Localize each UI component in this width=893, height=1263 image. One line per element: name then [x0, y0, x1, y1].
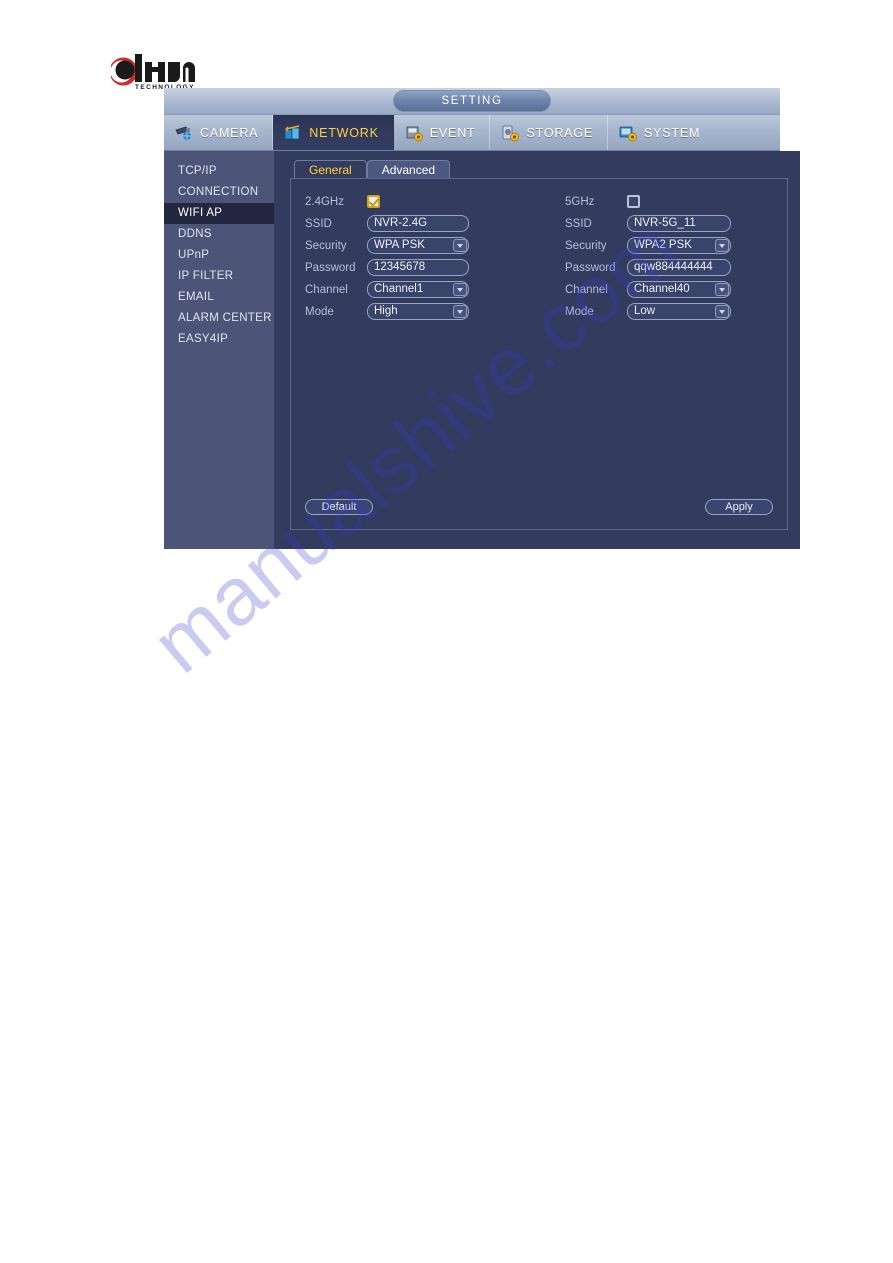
value-5ghz-ssid: NVR-5G_11 — [634, 217, 696, 230]
sidebar-item-ip-filter[interactable]: IP FILTER — [164, 266, 274, 287]
tab-storage-label: STORAGE — [526, 125, 593, 140]
setting-dialog: SETTING CAMERA NETWORK EVENT STORAGE SYS… — [164, 88, 800, 549]
input-5ghz-ssid[interactable]: NVR-5G_11 — [627, 215, 731, 233]
main-tabbar: CAMERA NETWORK EVENT STORAGE SYSTEM — [164, 115, 780, 151]
tab-storage[interactable]: STORAGE — [490, 115, 608, 150]
select-24ghz-channel[interactable]: Channel1 — [367, 281, 469, 299]
checkbox-24ghz[interactable] — [367, 195, 380, 209]
value-24ghz-mode: High — [374, 305, 398, 318]
row-5ghz-channel: Channel Channel40 — [565, 279, 773, 301]
tab-general[interactable]: General — [294, 160, 367, 179]
dahua-logo: TECHNOLOGY — [105, 48, 285, 91]
label-5ghz: 5GHz — [565, 195, 595, 208]
sidebar-item-ddns[interactable]: DDNS — [164, 224, 274, 245]
checkbox-5ghz[interactable] — [627, 195, 640, 209]
chevron-down-icon[interactable] — [715, 305, 729, 319]
chevron-down-icon[interactable] — [453, 283, 467, 297]
value-5ghz-security: WPA2 PSK — [634, 239, 692, 252]
value-5ghz-password: qqw884444444 — [634, 261, 713, 274]
tab-camera[interactable]: CAMERA — [164, 115, 274, 150]
row-5ghz-mode: Mode Low — [565, 301, 773, 323]
select-5ghz-security[interactable]: WPA2 PSK — [627, 237, 731, 255]
band-24ghz-column: 2.4GHz SSID NVR-2.4G Security WPA PSK Pa… — [305, 191, 513, 323]
select-24ghz-mode[interactable]: High — [367, 303, 469, 321]
label-5ghz-channel: Channel — [565, 283, 608, 296]
value-5ghz-mode: Low — [634, 305, 656, 318]
label-5ghz-password: Password — [565, 261, 616, 274]
wifi-ap-panel: 2.4GHz SSID NVR-2.4G Security WPA PSK Pa… — [290, 178, 788, 530]
band-5ghz-column: 5GHz SSID NVR-5G_11 Security WPA2 PSK Pa… — [565, 191, 773, 323]
network-icon — [283, 124, 303, 142]
row-24ghz-password: Password 12345678 — [305, 257, 513, 279]
row-5ghz-security: Security WPA2 PSK — [565, 235, 773, 257]
label-24ghz: 2.4GHz — [305, 195, 344, 208]
select-5ghz-mode[interactable]: Low — [627, 303, 731, 321]
sidebar-item-wifi-ap[interactable]: WIFI AP — [164, 203, 274, 224]
row-24ghz-mode: Mode High — [305, 301, 513, 323]
event-icon — [404, 124, 424, 142]
input-24ghz-ssid[interactable]: NVR-2.4G — [367, 215, 469, 233]
row-24ghz-security: Security WPA PSK — [305, 235, 513, 257]
wifi-columns: 2.4GHz SSID NVR-2.4G Security WPA PSK Pa… — [305, 191, 773, 323]
dialog-body: TCP/IP CONNECTION WIFI AP DDNS UPnP IP F… — [164, 151, 800, 549]
label-24ghz-mode: Mode — [305, 305, 334, 318]
tab-system-label: SYSTEM — [643, 125, 701, 140]
tab-event[interactable]: EVENT — [394, 115, 491, 150]
tab-event-label: EVENT — [429, 125, 476, 140]
row-24ghz-ssid: SSID NVR-2.4G — [305, 213, 513, 235]
label-24ghz-ssid: SSID — [305, 217, 332, 230]
sidebar-item-email[interactable]: EMAIL — [164, 287, 274, 308]
chevron-down-icon[interactable] — [715, 283, 729, 297]
sidebar-item-tcpip[interactable]: TCP/IP — [164, 161, 274, 182]
value-24ghz-ssid: NVR-2.4G — [374, 217, 428, 230]
panel-button-row: Default Apply — [305, 499, 773, 515]
select-5ghz-channel[interactable]: Channel40 — [627, 281, 731, 299]
label-5ghz-security: Security — [565, 239, 607, 252]
input-24ghz-password[interactable]: 12345678 — [367, 259, 469, 277]
value-5ghz-channel: Channel40 — [634, 283, 690, 296]
row-5ghz-ssid: SSID NVR-5G_11 — [565, 213, 773, 235]
value-24ghz-security: WPA PSK — [374, 239, 425, 252]
row-5ghz-enable: 5GHz — [565, 191, 773, 213]
label-5ghz-mode: Mode — [565, 305, 594, 318]
tab-network-label: NETWORK — [309, 125, 379, 140]
row-5ghz-password: Password qqw884444444 — [565, 257, 773, 279]
dialog-title: SETTING — [393, 90, 551, 112]
row-24ghz-channel: Channel Channel1 — [305, 279, 513, 301]
label-24ghz-password: Password — [305, 261, 356, 274]
sidebar-item-easy4ip[interactable]: EASY4IP — [164, 329, 274, 350]
value-24ghz-channel: Channel1 — [374, 283, 424, 296]
storage-icon — [500, 124, 520, 142]
sidebar-item-connection[interactable]: CONNECTION — [164, 182, 274, 203]
label-24ghz-security: Security — [305, 239, 347, 252]
default-button[interactable]: Default — [305, 499, 373, 515]
dahua-logo-svg: TECHNOLOGY — [111, 54, 195, 91]
system-icon — [618, 124, 638, 142]
dialog-title-bar: SETTING — [164, 88, 780, 115]
wifi-ap-content: General Advanced 2.4GHz SSID NVR-2.4G Se… — [274, 151, 800, 549]
row-24ghz-enable: 2.4GHz — [305, 191, 513, 213]
select-24ghz-security[interactable]: WPA PSK — [367, 237, 469, 255]
value-24ghz-password: 12345678 — [374, 261, 426, 274]
label-5ghz-ssid: SSID — [565, 217, 592, 230]
camera-icon — [174, 124, 194, 142]
chevron-down-icon[interactable] — [715, 239, 729, 253]
chevron-down-icon[interactable] — [453, 239, 467, 253]
tab-system[interactable]: SYSTEM — [608, 115, 714, 150]
network-sidebar: TCP/IP CONNECTION WIFI AP DDNS UPnP IP F… — [164, 151, 274, 549]
sidebar-item-upnp[interactable]: UPnP — [164, 245, 274, 266]
tab-camera-label: CAMERA — [200, 125, 259, 140]
tab-advanced[interactable]: Advanced — [366, 160, 451, 179]
input-5ghz-password[interactable]: qqw884444444 — [627, 259, 731, 277]
tab-network[interactable]: NETWORK — [273, 115, 394, 150]
wifi-ap-tabs: General Advanced — [294, 159, 788, 179]
sidebar-item-alarm-center[interactable]: ALARM CENTER — [164, 308, 274, 329]
chevron-down-icon[interactable] — [453, 305, 467, 319]
apply-button[interactable]: Apply — [705, 499, 773, 515]
label-24ghz-channel: Channel — [305, 283, 348, 296]
